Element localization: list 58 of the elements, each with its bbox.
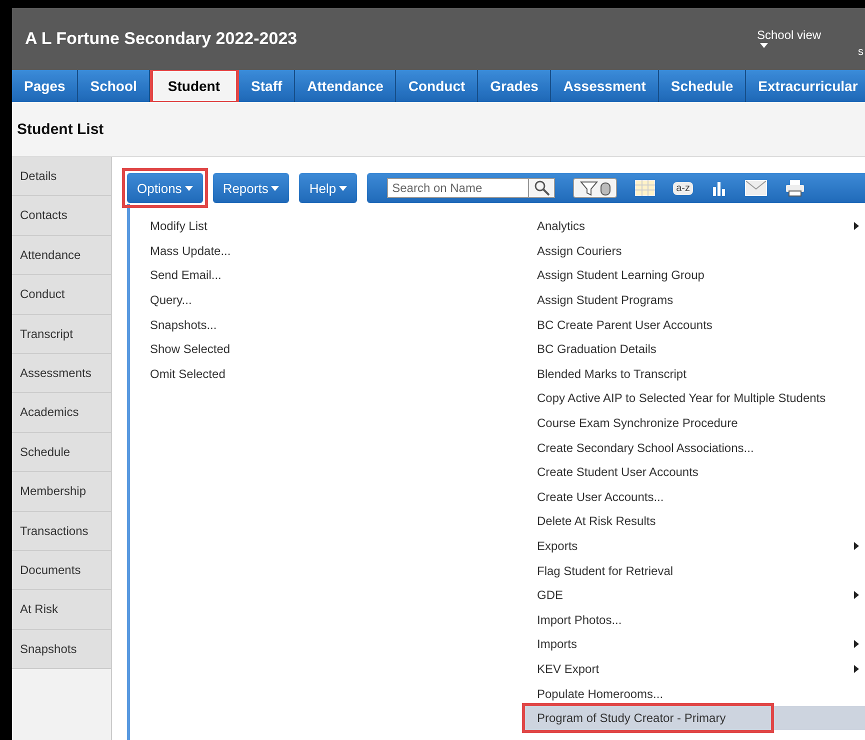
bar-chart-icon[interactable] (711, 180, 727, 196)
menu-item[interactable]: Create User Accounts... (525, 484, 676, 510)
school-title: A L Fortune Secondary 2022-2023 (25, 29, 298, 49)
search-field[interactable]: Search on Name (387, 178, 530, 198)
menu-item[interactable]: Analytics (525, 214, 598, 239)
user-label: s (858, 46, 864, 58)
menu-item[interactable]: Query... (150, 288, 525, 312)
menu-item[interactable]: Assign Student Learning Group (525, 263, 716, 288)
sidebar-item[interactable]: Transactions (12, 512, 111, 551)
menu-item[interactable]: Show Selected (150, 336, 525, 362)
sidebar-item[interactable]: Details (12, 157, 111, 196)
sidebar-item[interactable]: Contacts (12, 196, 111, 236)
menu-item[interactable]: BC Create Parent User Accounts (525, 312, 724, 337)
page-title: Student List (17, 120, 104, 138)
school-view-menu[interactable]: School view (757, 28, 822, 48)
table-icon[interactable] (635, 180, 656, 196)
menu-item[interactable]: Send Email... (150, 263, 525, 288)
nav-tab[interactable]: Student (152, 70, 238, 102)
menu-item[interactable]: KEV Export (525, 656, 612, 682)
menu-item[interactable]: Omit Selected (150, 362, 525, 386)
sidebar-item[interactable]: Membership (12, 472, 111, 512)
sidebar-item[interactable]: Attendance (12, 236, 111, 276)
mail-icon[interactable] (745, 180, 767, 196)
menu-item[interactable]: Create Student User Accounts (525, 460, 710, 485)
menu-item[interactable]: Blended Marks to Transcript (525, 362, 698, 386)
menu-item[interactable]: Mass Update... (150, 238, 525, 264)
menu-item[interactable]: GDE (525, 582, 576, 608)
sidebar-item[interactable]: Transcript (12, 314, 111, 354)
menu-item[interactable]: Exports (525, 534, 590, 558)
menu-item[interactable]: Copy Active AIP to Selected Year for Multiple Students (525, 386, 838, 411)
menu-item[interactable]: Snapshots... (150, 312, 525, 337)
menu-item[interactable]: Assign Student Programs (525, 288, 686, 312)
menu-button[interactable]: Options (127, 173, 203, 203)
sidebar-item[interactable]: Schedule (12, 432, 111, 472)
sidebar-item[interactable]: Assessments (12, 354, 111, 394)
menu-item[interactable]: Populate Homerooms... (525, 681, 676, 706)
menu-item[interactable]: Create Secondary School Associations... (525, 435, 766, 460)
menu-item[interactable]: Modify List (150, 214, 525, 239)
menu-item[interactable]: BC Graduation Details (525, 336, 668, 362)
menu-item[interactable]: Course Exam Synchronize Procedure (525, 410, 750, 436)
print-icon[interactable] (785, 179, 805, 197)
menu-button[interactable]: Reports (212, 173, 290, 203)
menu-item[interactable]: Assign Couriers (525, 238, 634, 264)
sidebar-item[interactable]: Documents (12, 550, 111, 590)
sidebar-item[interactable]: Conduct (12, 275, 111, 315)
menu-button[interactable]: Help (299, 173, 358, 203)
sidebar-item[interactable]: At Risk (12, 590, 111, 630)
search-icon[interactable] (534, 180, 550, 196)
sidebar-item[interactable]: Academics (12, 393, 111, 433)
sidebar-item[interactable]: Snapshots (12, 630, 111, 670)
menu-item[interactable]: Imports (525, 632, 590, 657)
menu-item[interactable]: Delete At Risk Results (525, 509, 668, 534)
menu-item[interactable]: Program of Study Creator - Primary (525, 706, 771, 730)
filter-icon[interactable] (573, 178, 618, 198)
menu-item[interactable]: Flag Student for Retrieval (525, 558, 686, 583)
sort-button[interactable]: a-z (673, 182, 693, 194)
menu-item[interactable]: Import Photos... (525, 608, 634, 632)
search-button[interactable] (529, 178, 556, 198)
